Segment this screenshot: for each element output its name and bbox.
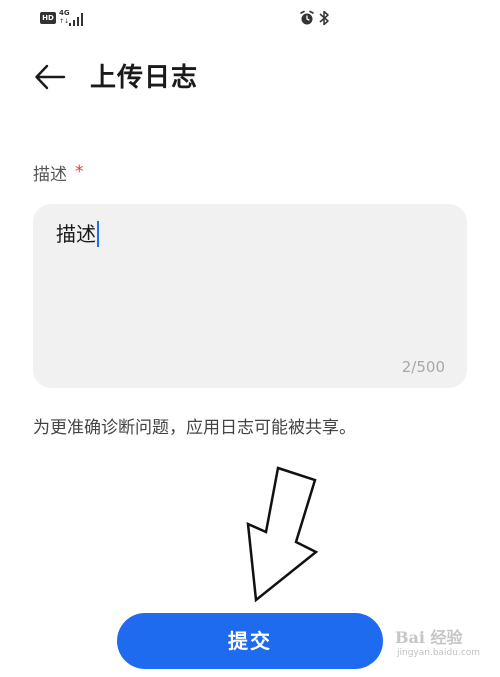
required-asterisk: *	[75, 162, 84, 182]
submit-button[interactable]: 提交	[117, 613, 383, 669]
description-text: 描述	[56, 222, 96, 246]
description-label-row: 描述 *	[33, 158, 84, 186]
watermark-logo-text: Bai 经验	[395, 628, 463, 647]
character-counter: 2/500	[401, 358, 445, 376]
signal-strength-icon	[69, 13, 85, 26]
baidu-jingyan-watermark: Bai 经验 jingyan.baidu.com	[383, 620, 499, 668]
page-title: 上传日志	[90, 63, 199, 93]
network-activity-icon: ↑↓	[59, 18, 70, 25]
annotation-arrow-icon	[246, 466, 319, 603]
app-header: 上传日志	[0, 50, 500, 106]
bluetooth-icon	[319, 10, 329, 26]
log-share-notice: 为更准确诊断问题，应用日志可能被共享。	[33, 418, 356, 438]
description-textarea[interactable]: 描述 2/500	[33, 204, 467, 388]
hd-icon: HD	[40, 12, 56, 24]
description-label: 描述	[33, 164, 67, 185]
alarm-clock-icon	[300, 10, 314, 25]
status-bar: HD 4G ↑↓	[0, 0, 500, 40]
description-input-value[interactable]: 描述	[56, 219, 99, 249]
watermark-url: jingyan.baidu.com	[397, 648, 481, 658]
back-arrow-icon[interactable]	[34, 63, 66, 91]
network-indicator: 4G ↑↓	[59, 9, 85, 27]
text-cursor	[97, 221, 99, 247]
